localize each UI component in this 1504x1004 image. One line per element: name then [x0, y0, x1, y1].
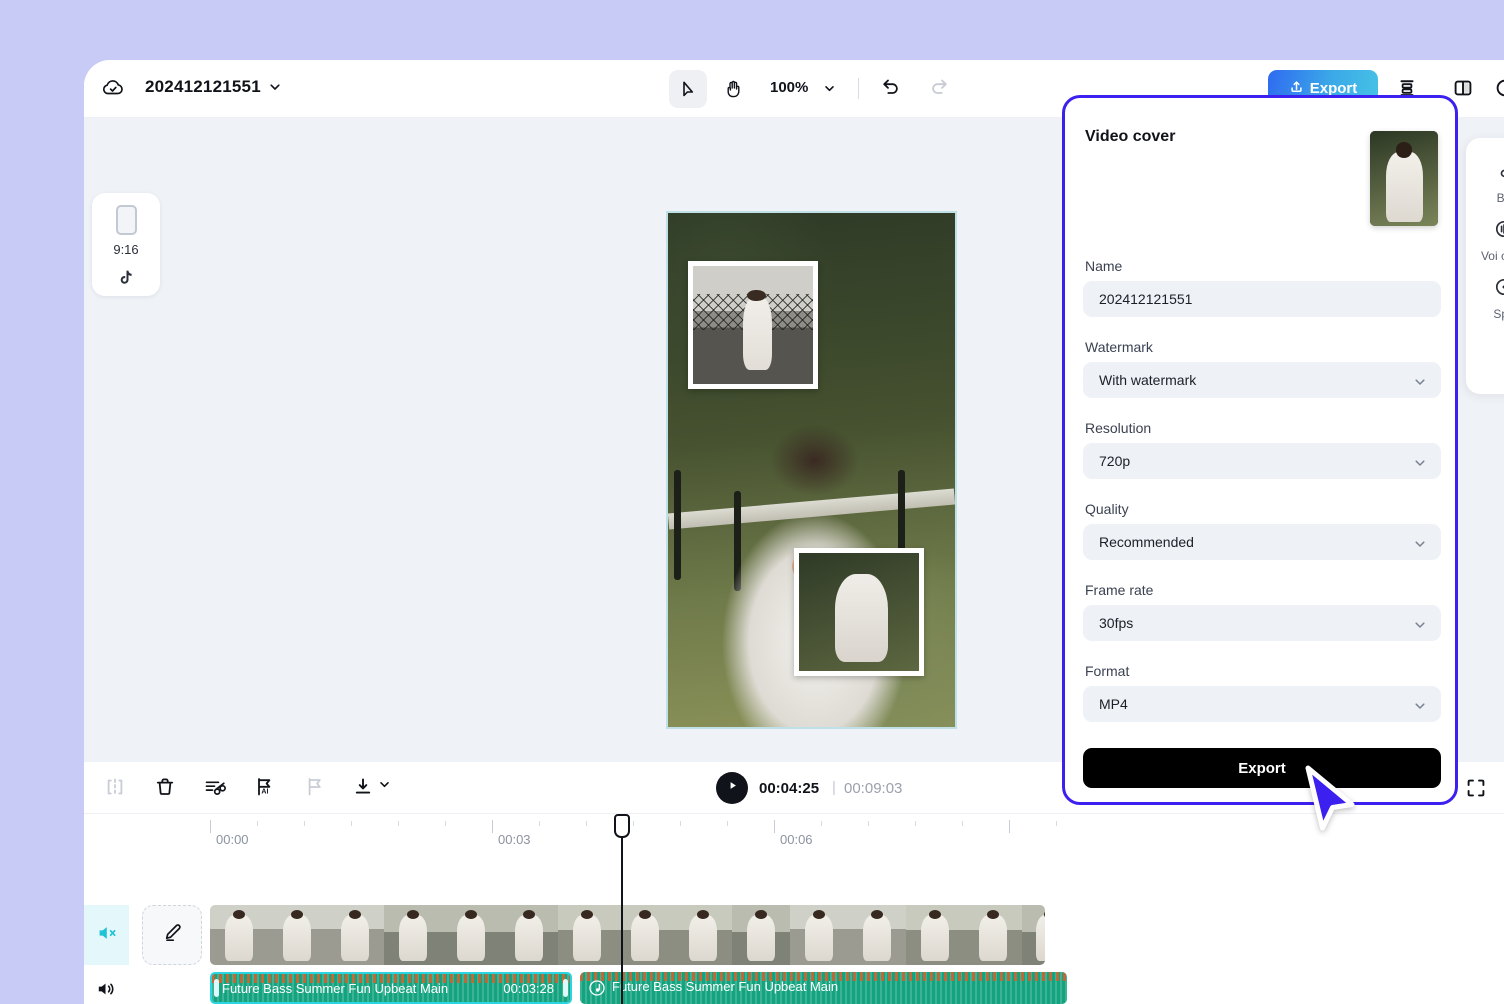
export-confirm-button[interactable]: Export	[1083, 748, 1441, 788]
playhead-handle[interactable]	[614, 814, 630, 838]
mute-button[interactable]	[84, 905, 129, 965]
portrait-frame-icon	[116, 205, 137, 235]
clip-handle-left[interactable]	[214, 979, 219, 997]
preview-post	[674, 470, 681, 580]
frame-rate-select-value: 30fps	[1099, 615, 1133, 631]
time-separator: |	[832, 779, 836, 796]
audio-clip[interactable]: Future Bass Summer Fun Upbeat Main	[580, 972, 1067, 1004]
playhead[interactable]	[621, 814, 623, 1004]
cut-button[interactable]	[202, 774, 228, 800]
chevron-down-icon	[1413, 699, 1427, 718]
speaker-button[interactable]	[94, 977, 118, 1004]
select-tool[interactable]	[669, 70, 707, 108]
ruler-label: 00:03	[498, 832, 531, 847]
play-icon	[726, 779, 739, 797]
field-label-quality: Quality	[1085, 501, 1129, 517]
panel-title: Video cover	[1085, 128, 1175, 146]
time-total: 00:09:03	[844, 780, 902, 797]
watermark-select-value: With watermark	[1099, 372, 1196, 388]
sidebar-item-speed[interactable]: Spe	[1466, 276, 1504, 322]
field-label-name: Name	[1085, 258, 1122, 274]
audio-clip-duration: 00:03:28	[503, 981, 554, 996]
sidebar-item-label: Voi chan	[1481, 250, 1504, 264]
overlay-photo-bottom[interactable]	[794, 548, 924, 676]
frame-rate-select[interactable]: 30fps	[1083, 605, 1441, 641]
svg-text:AI: AI	[261, 788, 268, 795]
export-confirm-button-label: Export	[1238, 760, 1286, 777]
chevron-down-icon[interactable]	[823, 82, 836, 100]
chevron-down-icon[interactable]	[268, 80, 282, 99]
name-field-value: 202412121551	[1099, 291, 1192, 307]
edit-button[interactable]	[142, 905, 202, 965]
video-track[interactable]	[210, 905, 1045, 965]
sidebar-item-label: Ba	[1497, 192, 1504, 206]
video-cover-thumbnail[interactable]	[1370, 131, 1438, 226]
music-note-icon	[589, 980, 605, 1001]
clip-handle-right[interactable]	[563, 979, 568, 997]
name-field[interactable]: 202412121551	[1083, 281, 1441, 317]
right-sidebar: Ba Voi chan Spe	[1466, 138, 1504, 394]
sidebar-item-voice-changer[interactable]: Voi chan	[1466, 218, 1504, 264]
watermark-select[interactable]: With watermark	[1083, 362, 1441, 398]
redo-button	[927, 74, 951, 103]
field-label-watermark: Watermark	[1085, 339, 1153, 355]
time-current: 00:04:25	[759, 780, 819, 797]
quality-select[interactable]: Recommended	[1083, 524, 1441, 560]
chevron-down-icon	[1413, 456, 1427, 475]
marker-button	[302, 774, 328, 800]
format-select-value: MP4	[1099, 696, 1128, 712]
undo-button[interactable]	[879, 74, 903, 103]
pencil-icon	[159, 920, 185, 951]
chevron-down-icon[interactable]	[378, 778, 391, 796]
audio-clip-label: Future Bass Summer Fun Upbeat Main	[222, 981, 448, 996]
aspect-ratio-card[interactable]: 9:16	[92, 193, 160, 296]
video-preview[interactable]	[666, 211, 957, 729]
speed-icon	[1493, 276, 1504, 303]
overlay-photo-scene	[799, 553, 919, 671]
page-title: 202412121551	[145, 77, 261, 97]
audio-clip-label: Future Bass Summer Fun Upbeat Main	[612, 979, 838, 994]
field-label-resolution: Resolution	[1085, 420, 1151, 436]
tiktok-icon	[117, 268, 136, 292]
play-button[interactable]	[716, 772, 748, 804]
cloud-check-icon[interactable]	[100, 75, 126, 106]
overlay-photo-top[interactable]	[688, 261, 818, 389]
field-label-format: Format	[1085, 663, 1129, 679]
mouse-cursor	[1302, 764, 1360, 841]
fullscreen-button[interactable]	[1464, 776, 1488, 805]
toolbar-divider	[858, 78, 859, 99]
ai-caption-button[interactable]: AI	[252, 774, 278, 800]
aspect-ratio-label: 9:16	[113, 242, 138, 257]
zoom-level-label[interactable]: 100%	[770, 79, 808, 96]
sidebar-item-background-music[interactable]: Ba	[1466, 160, 1504, 206]
chevron-down-icon	[1413, 537, 1427, 556]
delete-button[interactable]	[152, 774, 178, 800]
field-label-frame-rate: Frame rate	[1085, 582, 1153, 598]
overlay-photo-figure	[835, 574, 888, 661]
audio-clip[interactable]: Future Bass Summer Fun Upbeat Main 00:03…	[210, 972, 572, 1004]
download-button[interactable]	[350, 774, 391, 800]
chevron-down-icon	[1413, 375, 1427, 394]
format-select[interactable]: MP4	[1083, 686, 1441, 722]
sidebar-item-label: Spe	[1493, 308, 1504, 322]
split-button	[102, 774, 128, 800]
timeline-tracks: Future Bass Summer Fun Upbeat Main 00:03…	[84, 872, 1504, 1004]
more-icon[interactable]	[1492, 75, 1504, 106]
speaker-muted-icon	[95, 921, 119, 950]
music-note-icon	[1493, 160, 1504, 187]
chevron-down-icon	[1413, 618, 1427, 637]
overlay-photo-figure	[743, 297, 772, 370]
export-settings-panel: Video cover Name 202412121551 Watermark …	[1062, 95, 1458, 805]
voice-changer-icon	[1493, 218, 1504, 245]
ruler-label: 00:00	[216, 832, 249, 847]
ruler-label: 00:06	[780, 832, 813, 847]
resolution-select[interactable]: 720p	[1083, 443, 1441, 479]
resolution-select-value: 720p	[1099, 453, 1130, 469]
timeline-ruler[interactable]: 00:00 00:03 00:06	[84, 814, 1504, 872]
hand-tool[interactable]	[715, 70, 753, 108]
quality-select-value: Recommended	[1099, 534, 1194, 550]
